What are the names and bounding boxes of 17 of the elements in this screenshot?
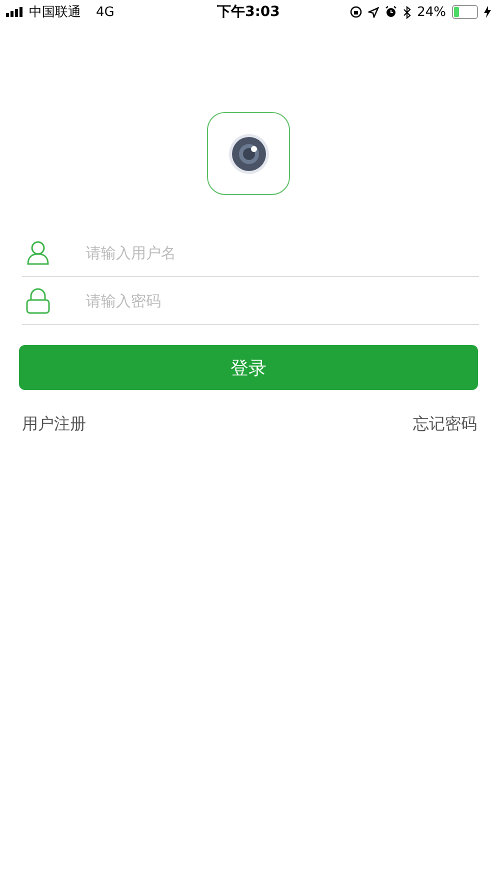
battery-icon (452, 5, 478, 19)
lock-icon (26, 288, 50, 314)
signal-icon (6, 7, 24, 17)
alarm-icon (385, 6, 398, 18)
charging-icon (484, 6, 491, 18)
battery-percent: 24% (417, 4, 446, 20)
location-icon (368, 6, 380, 18)
user-icon (26, 240, 50, 264)
network-type: 4G (96, 4, 114, 20)
carrier-name: 中国联通 (29, 4, 81, 21)
input-field[interactable]: 请输入用户名 (86, 244, 479, 262)
register-link[interactable]: 用户注册 (22, 414, 86, 435)
bluetooth-icon (403, 6, 412, 18)
status-time: 下午3:03 (217, 3, 280, 21)
forgot-password-link[interactable]: 忘记密码 (413, 414, 477, 435)
rotation-lock-icon (350, 6, 362, 18)
input-field[interactable]: 请输入密码 (86, 292, 479, 310)
